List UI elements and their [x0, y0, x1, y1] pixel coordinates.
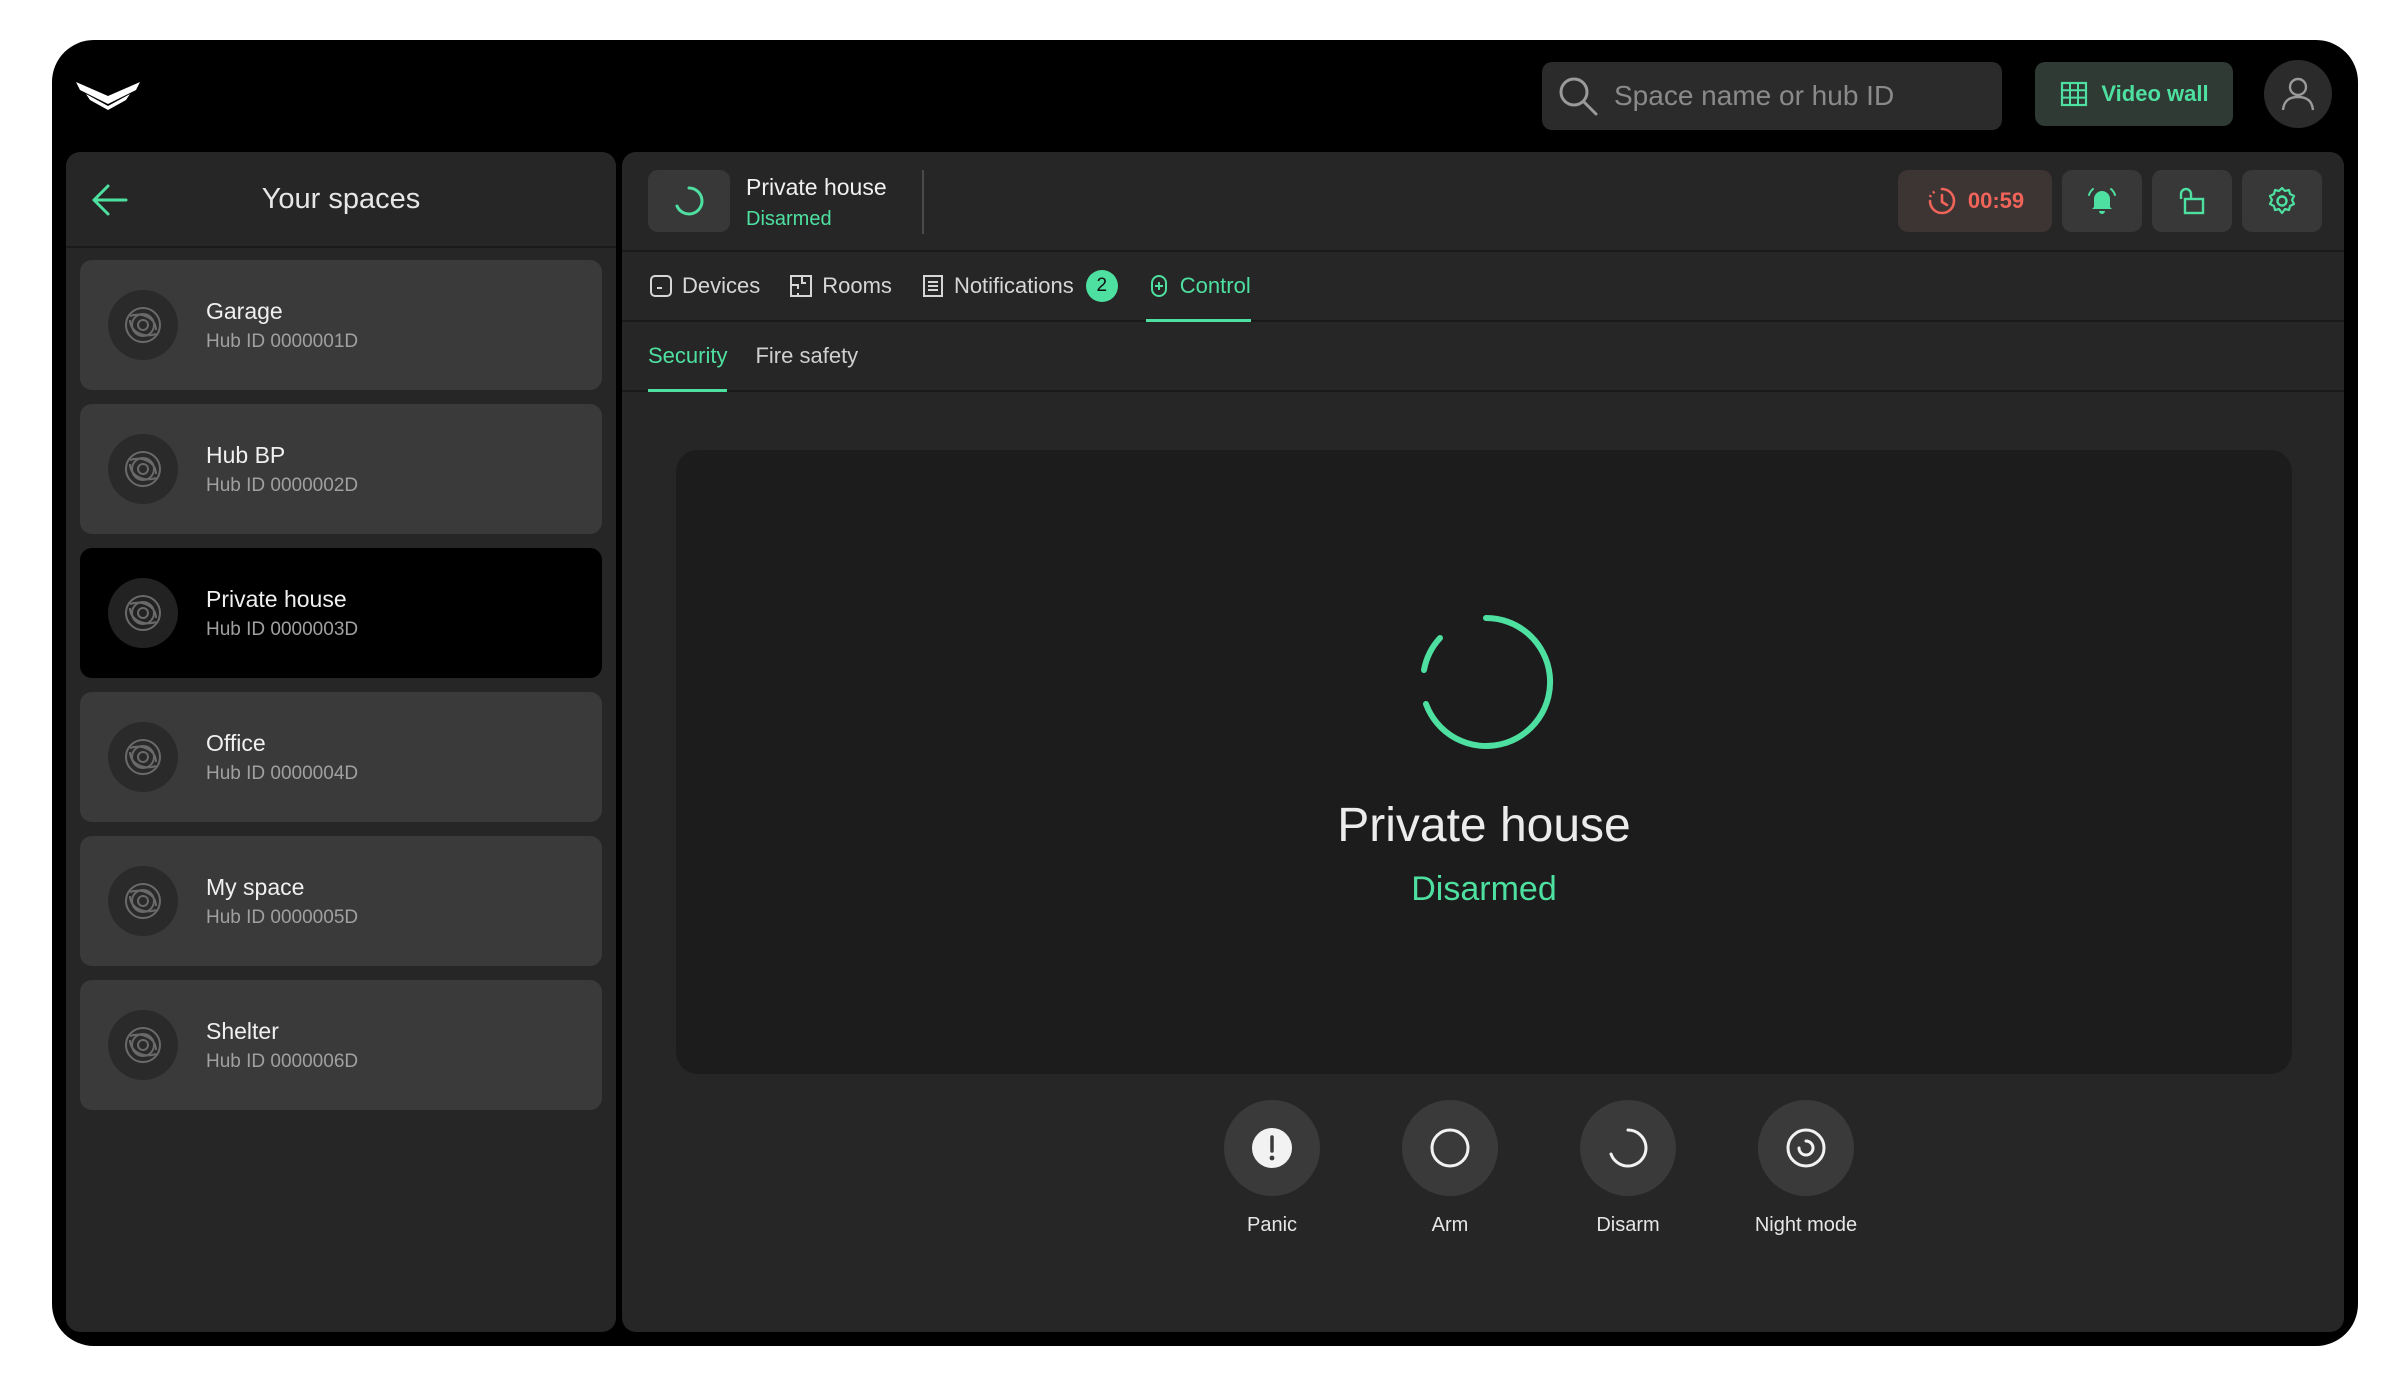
space-item-private-house[interactable]: Private house Hub ID 0000003D [80, 548, 602, 678]
spaces-title: Your spaces [261, 182, 421, 215]
video-wall-button[interactable]: Video wall [2035, 62, 2233, 126]
alarm-button[interactable] [2062, 170, 2142, 232]
hub-icon [108, 1010, 178, 1080]
search-box[interactable] [1542, 62, 2002, 130]
night-mode-control[interactable]: Night mode [1736, 1100, 1876, 1237]
room-plan-icon [790, 275, 813, 297]
disarmed-status-ring-icon [1421, 615, 1554, 749]
hub-icon [108, 866, 178, 936]
header-divider [922, 170, 924, 234]
space-list: Garage Hub ID 0000001D Hub BP Hub ID 000… [66, 248, 616, 1136]
search-input[interactable] [1614, 80, 1974, 112]
alarm-bell-icon [2088, 188, 2116, 214]
unlock-icon [2179, 187, 2205, 215]
hub-icon [108, 290, 178, 360]
tab-control[interactable]: Control [1145, 252, 1251, 322]
space-hub-id: Hub ID 0000004D [206, 762, 359, 784]
space-name: My space [206, 873, 305, 900]
space-name: Garage [206, 297, 283, 324]
security-status-card: Private house Disarmed [676, 450, 2292, 1074]
space-hub-id: Hub ID 0000005D [206, 906, 359, 928]
control-label: Arm [1431, 1214, 1469, 1236]
video-wall-label: Video wall [2101, 81, 2209, 106]
spaces-header: Your spaces [66, 152, 616, 248]
space-hub-id: Hub ID 0000001D [206, 330, 359, 352]
disarmed-ring-icon [675, 186, 704, 216]
subtab-fire-safety[interactable]: Fire safety [755, 322, 858, 390]
disarm-ring-icon [1609, 1128, 1648, 1168]
space-item-hub-bp[interactable]: Hub BP Hub ID 0000002D [80, 404, 602, 534]
back-arrow-icon[interactable] [90, 180, 130, 220]
notifications-count-badge: 2 [1085, 270, 1118, 302]
space-name: Hub BP [206, 441, 286, 468]
hub-status-button[interactable] [648, 170, 730, 232]
space-item-office[interactable]: Office Hub ID 0000004D [80, 692, 602, 822]
user-icon [2281, 77, 2315, 111]
disarm-control[interactable]: Disarm [1558, 1100, 1698, 1237]
notifications-list-icon [922, 275, 943, 297]
tab-label: Notifications [953, 273, 1074, 298]
panic-button[interactable] [1224, 1100, 1320, 1196]
status-security-state: Disarmed [1411, 870, 1557, 908]
space-item-garage[interactable]: Garage Hub ID 0000001D [80, 260, 602, 390]
lock-button[interactable] [2152, 170, 2232, 232]
space-header: Private house Disarmed 00:59 [622, 152, 2344, 252]
panic-icon [1252, 1128, 1292, 1168]
arm-ring-icon [1430, 1128, 1470, 1168]
night-mode-button[interactable] [1758, 1100, 1854, 1196]
app-window: Video wall Your spaces Garage Hub ID [52, 40, 2358, 1346]
space-hub-id: Hub ID 0000002D [206, 474, 359, 496]
space-header-status: Disarmed [746, 208, 832, 230]
hub-icon [108, 722, 178, 792]
search-icon [1559, 77, 1598, 116]
space-name: Shelter [206, 1017, 279, 1044]
tab-label: Control [1179, 273, 1251, 298]
timer-icon [1928, 187, 1956, 215]
tab-label: Devices [682, 273, 761, 298]
space-header-name: Private house [746, 174, 887, 200]
night-mode-icon [1786, 1128, 1826, 1168]
status-space-name: Private house [1337, 799, 1631, 852]
space-name: Private house [206, 585, 347, 612]
arm-button[interactable] [1402, 1100, 1498, 1196]
space-hub-id: Hub ID 0000006D [206, 1050, 359, 1072]
device-icon [650, 275, 672, 297]
main-tabs: Devices Rooms Notifications 2 Control [622, 252, 2344, 322]
tab-label: Rooms [822, 273, 892, 298]
spaces-panel: Your spaces Garage Hub ID 0000001D Hub B… [66, 152, 616, 1332]
hub-icon [108, 434, 178, 504]
control-label: Disarm [1596, 1214, 1660, 1236]
gear-icon [2268, 186, 2296, 215]
space-hub-id: Hub ID 0000003D [206, 618, 359, 640]
control-label: Panic [1246, 1214, 1298, 1236]
control-label: Night mode [1754, 1214, 1858, 1236]
control-subtabs: Security Fire safety [622, 322, 2344, 392]
space-item-shelter[interactable]: Shelter Hub ID 0000006D [80, 980, 602, 1110]
tab-devices[interactable]: Devices [648, 252, 760, 320]
panic-control[interactable]: Panic [1202, 1100, 1342, 1237]
disarm-button[interactable] [1580, 1100, 1676, 1196]
tab-notifications[interactable]: Notifications 2 [920, 252, 1118, 320]
tab-rooms[interactable]: Rooms [788, 252, 892, 320]
control-icon [1150, 275, 1167, 297]
arm-control[interactable]: Arm [1380, 1100, 1520, 1237]
profile-button[interactable] [2264, 60, 2332, 128]
space-name: Office [206, 729, 266, 756]
settings-button[interactable] [2242, 170, 2322, 232]
space-item-my-space[interactable]: My space Hub ID 0000005D [80, 836, 602, 966]
space-detail-panel: Private house Disarmed 00:59 Devices Roo… [622, 152, 2344, 1332]
hub-icon [108, 578, 178, 648]
subtab-security[interactable]: Security [648, 322, 728, 392]
timer-button[interactable]: 00:59 [1898, 170, 2052, 232]
grid-icon [2061, 81, 2088, 107]
timer-value: 00:59 [1967, 188, 2025, 213]
ajax-logo-icon [76, 82, 140, 110]
